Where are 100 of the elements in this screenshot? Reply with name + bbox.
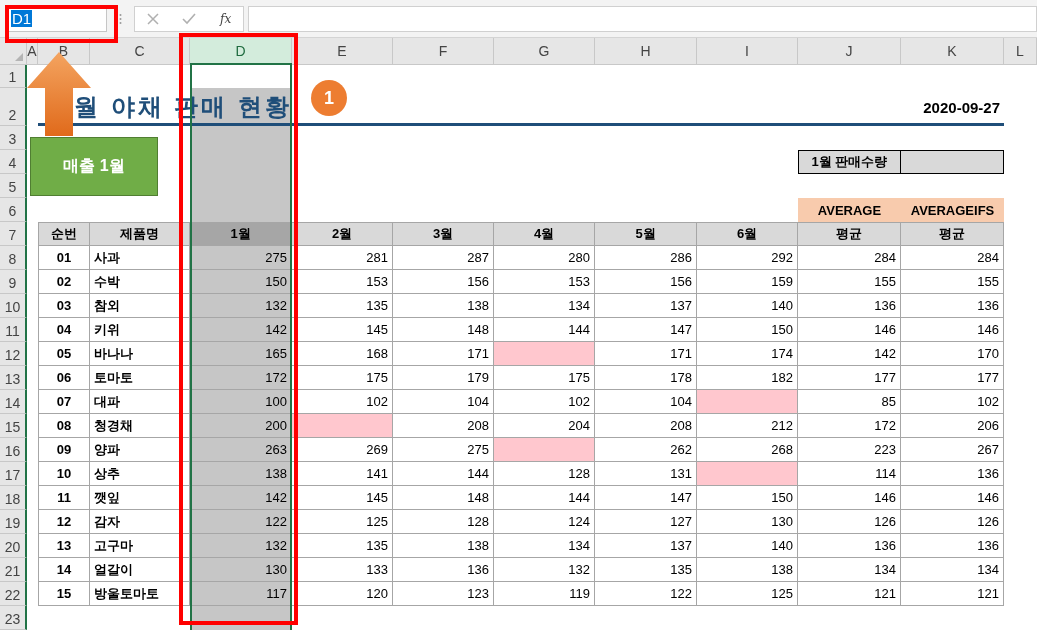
table-cell: 138 <box>393 294 494 318</box>
table-cell: 07 <box>38 390 90 414</box>
table-cell: 04 <box>38 318 90 342</box>
column-header[interactable]: H <box>595 38 697 65</box>
table-header-cell: 2월 <box>292 222 393 246</box>
column-header[interactable]: I <box>697 38 798 65</box>
row-header[interactable]: 9 <box>0 270 27 294</box>
row-header[interactable]: 2 <box>0 88 27 126</box>
table-cell: 토마토 <box>90 366 190 390</box>
table-cell: 121 <box>798 582 901 606</box>
report-date: 2020-09-27 <box>923 98 1000 116</box>
row-header[interactable]: 21 <box>0 558 27 582</box>
row-header[interactable]: 8 <box>0 246 27 270</box>
column-header[interactable]: L <box>1004 38 1037 65</box>
lookup-value-cell[interactable] <box>901 150 1004 174</box>
table-cell: 138 <box>393 534 494 558</box>
table-cell: 155 <box>798 270 901 294</box>
row-header[interactable]: 19 <box>0 510 27 534</box>
table-cell: 147 <box>595 486 697 510</box>
table-cell: 132 <box>494 558 595 582</box>
table-cell: 144 <box>393 462 494 486</box>
table-cell: 287 <box>393 246 494 270</box>
insert-function-button[interactable]: fx <box>220 11 232 26</box>
table-cell: 174 <box>697 342 798 366</box>
table-header-cell: 평균 <box>901 222 1004 246</box>
table-cell: 145 <box>292 486 393 510</box>
table-cell: 01 <box>38 246 90 270</box>
column-header[interactable]: C <box>90 38 190 65</box>
table-cell: 깻잎 <box>90 486 190 510</box>
table-cell: 134 <box>798 558 901 582</box>
column-header[interactable]: E <box>292 38 393 65</box>
drag-handle-icon <box>119 12 122 25</box>
column-header[interactable]: G <box>494 38 595 65</box>
row-header[interactable]: 22 <box>0 582 27 606</box>
table-cell: 124 <box>494 510 595 534</box>
table-cell: 130 <box>697 510 798 534</box>
table-cell: 286 <box>595 246 697 270</box>
table-cell: 179 <box>393 366 494 390</box>
row-header[interactable]: 20 <box>0 534 27 558</box>
column-header[interactable]: K <box>901 38 1004 65</box>
table-cell: 134 <box>901 558 1004 582</box>
row-header[interactable]: 7 <box>0 222 27 246</box>
table-cell: 136 <box>901 534 1004 558</box>
row-header[interactable]: 23 <box>0 606 27 630</box>
table-cell: 121 <box>901 582 1004 606</box>
cancel-icon[interactable] <box>146 12 159 25</box>
table-cell: 172 <box>798 414 901 438</box>
column-header[interactable]: F <box>393 38 494 65</box>
column-header[interactable]: D <box>190 38 292 65</box>
table-cell: 137 <box>595 534 697 558</box>
table-cell: 153 <box>494 270 595 294</box>
callout: 매출 1월 <box>30 137 158 196</box>
column-header[interactable]: J <box>798 38 901 65</box>
table-header-cell: 3월 <box>393 222 494 246</box>
row-header[interactable]: 6 <box>0 198 27 222</box>
table-cell: 128 <box>393 510 494 534</box>
table-cell: 136 <box>798 534 901 558</box>
table-cell: 146 <box>901 486 1004 510</box>
table-cell: 키위 <box>90 318 190 342</box>
table-cell: 170 <box>901 342 1004 366</box>
table-cell: 284 <box>798 246 901 270</box>
row-header[interactable]: 18 <box>0 486 27 510</box>
row-header[interactable]: 13 <box>0 366 27 390</box>
table-cell: 청경채 <box>90 414 190 438</box>
row-header[interactable]: 4 <box>0 150 27 174</box>
table-cell: 148 <box>393 318 494 342</box>
row-header[interactable]: 11 <box>0 318 27 342</box>
row-header[interactable]: 1 <box>0 65 27 88</box>
table-cell: 128 <box>494 462 595 486</box>
table-cell: 135 <box>595 558 697 582</box>
row-header[interactable]: 10 <box>0 294 27 318</box>
row-header[interactable]: 5 <box>0 174 27 198</box>
table-cell: 127 <box>595 510 697 534</box>
table-cell: 281 <box>292 246 393 270</box>
table-header-cell: 제품명 <box>90 222 190 246</box>
row-header[interactable]: 12 <box>0 342 27 366</box>
table-cell: 104 <box>393 390 494 414</box>
row-header[interactable]: 15 <box>0 414 27 438</box>
table-cell: 208 <box>393 414 494 438</box>
table-cell: 141 <box>292 462 393 486</box>
table-cell: 120 <box>292 582 393 606</box>
row-header[interactable]: 14 <box>0 390 27 414</box>
row-header[interactable]: 16 <box>0 438 27 462</box>
corner-triangle-icon <box>15 53 23 61</box>
table-cell: 양파 <box>90 438 190 462</box>
table-header-cell: 4월 <box>494 222 595 246</box>
table-cell: 125 <box>697 582 798 606</box>
table-cell: 135 <box>292 294 393 318</box>
table-cell: 123 <box>393 582 494 606</box>
row-header[interactable]: 17 <box>0 462 27 486</box>
check-icon[interactable] <box>182 12 197 25</box>
table-cell: 284 <box>901 246 1004 270</box>
table-cell: 126 <box>901 510 1004 534</box>
table-cell: 150 <box>697 486 798 510</box>
table-cell: 114 <box>798 462 901 486</box>
table-cell: 85 <box>798 390 901 414</box>
formula-input-field[interactable] <box>248 5 1037 32</box>
row-header[interactable]: 3 <box>0 126 27 150</box>
table-cell: 참외 <box>90 294 190 318</box>
table-cell: 223 <box>798 438 901 462</box>
